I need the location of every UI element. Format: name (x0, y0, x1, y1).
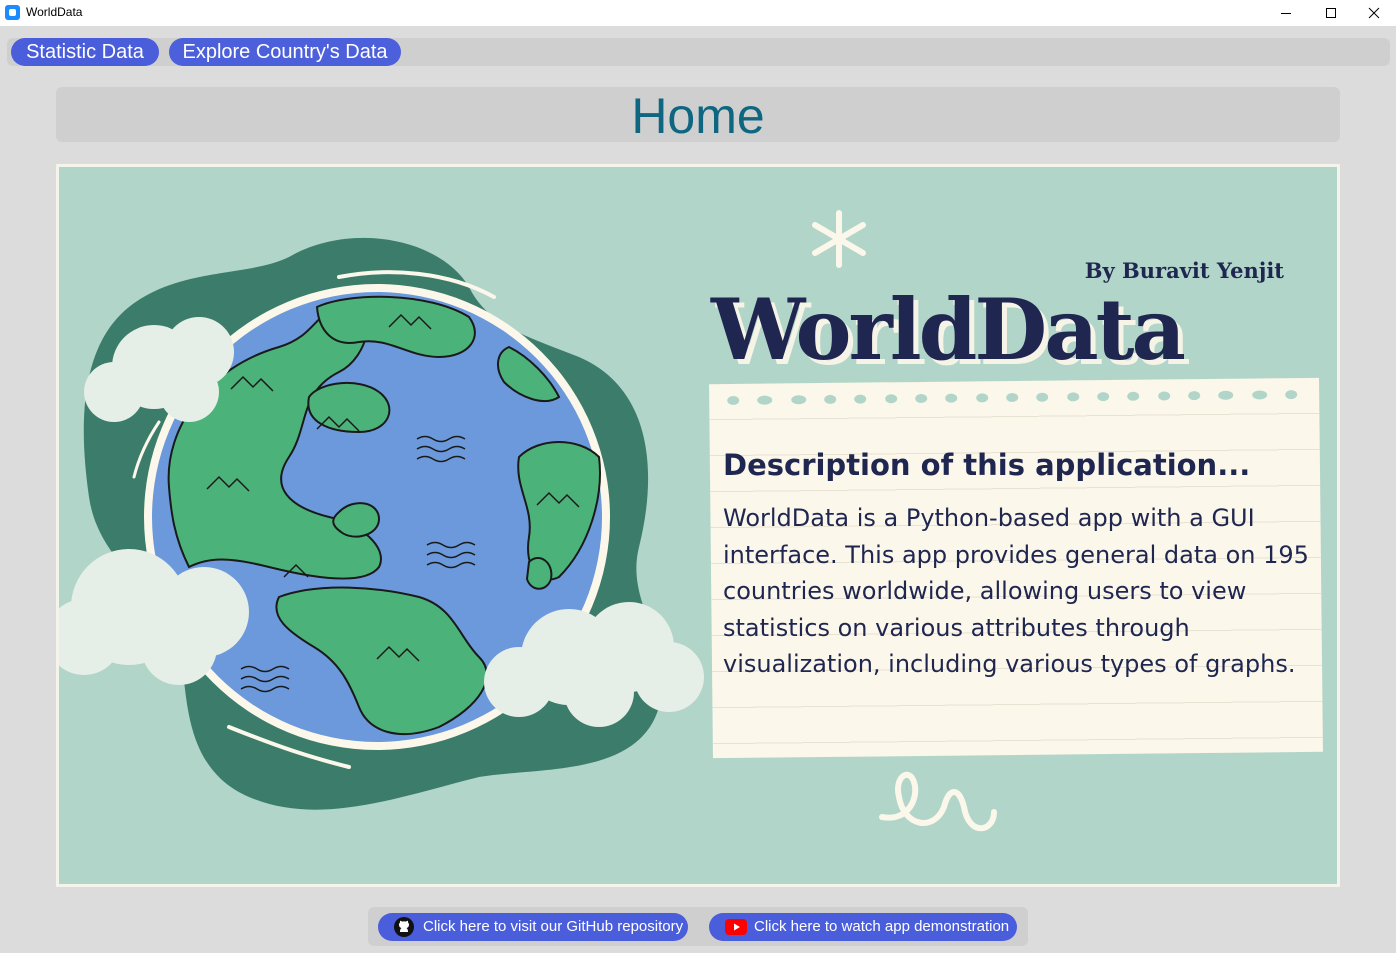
home-banner: By Buravit Yenjit WorldData Description … (56, 164, 1340, 887)
tab-explore-country-data[interactable]: Explore Country's Data (169, 38, 401, 66)
app-icon (5, 5, 20, 20)
description-title: Description of this application... (723, 448, 1251, 482)
window-title: WorldData (26, 5, 83, 19)
page-header: Home (56, 87, 1340, 144)
description-body: WorldData is a Python-based app with a G… (723, 504, 1309, 678)
note-perforation (727, 390, 1298, 410)
minimize-icon (1280, 13, 1291, 14)
github-button[interactable]: Click here to visit our GitHub repositor… (378, 913, 688, 941)
close-icon (1368, 7, 1379, 19)
title-bar: WorldData (0, 0, 1396, 26)
tab-bar: Statistic Data Explore Country's Data (7, 38, 1390, 66)
maximize-button[interactable] (1308, 0, 1353, 26)
maximize-icon (1325, 8, 1336, 18)
youtube-button[interactable]: Click here to watch app demonstration (709, 913, 1017, 941)
youtube-button-label: Click here to watch app demonstration (754, 918, 1010, 935)
minimize-button[interactable] (1263, 0, 1308, 26)
brand-title: WorldData (711, 280, 1186, 379)
youtube-icon (725, 919, 747, 935)
page-title: Home (631, 88, 765, 144)
github-button-label: Click here to visit our GitHub repositor… (423, 918, 684, 935)
github-icon (394, 917, 414, 937)
tab-statistic-data[interactable]: Statistic Data (11, 38, 159, 66)
footer-bar: Click here to visit our GitHub repositor… (368, 907, 1028, 946)
close-button[interactable] (1351, 0, 1396, 26)
